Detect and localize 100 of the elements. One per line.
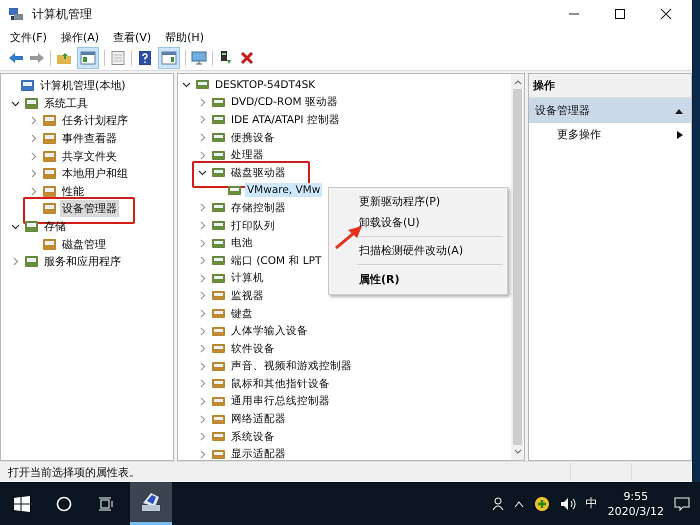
- taskbar-app-button[interactable]: [130, 482, 172, 525]
- notification-icon[interactable]: [674, 496, 690, 510]
- context-menu-item[interactable]: 卸载设备(U): [329, 212, 507, 233]
- close-icon[interactable]: [660, 8, 672, 20]
- expanded-chevron-icon[interactable]: [198, 168, 206, 178]
- collapsed-chevron-icon[interactable]: [198, 379, 206, 388]
- monitor-icon[interactable]: [191, 50, 207, 66]
- collapsed-chevron-icon[interactable]: [28, 134, 38, 144]
- task-view-icon[interactable]: [98, 496, 114, 512]
- tree-node-icon: [42, 166, 57, 182]
- device-tree-item[interactable]: 存储控制器: [229, 200, 288, 216]
- tree-item[interactable]: 计算机管理(本地): [38, 77, 128, 94]
- device-tree-item[interactable]: 鼠标和其他指针设备: [229, 376, 332, 392]
- collapsed-chevron-icon[interactable]: [198, 221, 206, 230]
- back-arrow-icon[interactable]: [8, 50, 24, 66]
- device-tree-item[interactable]: 软件设备: [229, 340, 277, 357]
- context-menu-item[interactable]: 更新驱动程序(P): [329, 191, 507, 212]
- collapsed-chevron-icon[interactable]: [198, 344, 206, 354]
- expanded-chevron-icon[interactable]: [10, 222, 20, 232]
- collapsed-chevron-icon[interactable]: [198, 432, 206, 442]
- device-tree-item[interactable]: 通用串行总线控制器: [229, 393, 332, 410]
- collapsed-chevron-icon[interactable]: [198, 203, 206, 212]
- device-tree-item[interactable]: 系统设备: [229, 428, 277, 445]
- tree-node-icon: [24, 254, 39, 270]
- collapsed-chevron-icon[interactable]: [198, 274, 206, 283]
- collapsed-chevron-icon[interactable]: [198, 396, 206, 406]
- device-tree-item[interactable]: 人体学输入设备: [229, 323, 310, 340]
- chevron-up-icon[interactable]: [514, 500, 524, 508]
- collapsed-chevron-icon[interactable]: [28, 186, 38, 196]
- scroll-up-icon[interactable]: [514, 79, 522, 85]
- action-item[interactable]: 更多操作: [557, 127, 601, 142]
- network-icon[interactable]: [534, 496, 550, 512]
- context-menu-item[interactable]: 扫描检测硬件改动(A): [329, 240, 507, 261]
- actions-section[interactable]: 设备管理器: [529, 98, 691, 123]
- collapsed-chevron-icon[interactable]: [198, 115, 206, 124]
- collapsed-chevron-icon[interactable]: [28, 169, 38, 178]
- scrollbar-thumb[interactable]: [513, 89, 522, 445]
- collapsed-chevron-icon[interactable]: [198, 309, 206, 318]
- collapsed-chevron-icon[interactable]: [198, 326, 206, 336]
- device-tree-item[interactable]: 监视器: [229, 288, 266, 304]
- collapsed-chevron-icon[interactable]: [198, 256, 206, 266]
- person-icon[interactable]: [492, 496, 504, 510]
- menu-item[interactable]: 文件(F): [10, 30, 47, 44]
- device-tree-item[interactable]: 计算机: [229, 270, 266, 286]
- action-pane-icon[interactable]: [161, 50, 177, 66]
- collapsed-chevron-icon[interactable]: [10, 257, 20, 266]
- tree-item[interactable]: 系统工具: [42, 94, 90, 112]
- collapsed-chevron-icon[interactable]: [198, 133, 206, 142]
- device-tree-item[interactable]: 处理器: [229, 147, 266, 164]
- device-tree-item[interactable]: 网络适配器: [229, 411, 288, 428]
- collapsed-chevron-icon[interactable]: [198, 291, 206, 300]
- collapsed-chevron-icon[interactable]: [198, 98, 206, 107]
- tree-item[interactable]: 事件查看器: [60, 130, 119, 148]
- help-icon[interactable]: [137, 50, 153, 66]
- collapse-icon[interactable]: [675, 108, 683, 114]
- context-menu-item[interactable]: 属性(R): [329, 268, 507, 291]
- collapsed-chevron-icon[interactable]: [198, 150, 206, 160]
- device-tree-item[interactable]: IDE ATA/ATAPI 控制器: [229, 112, 342, 128]
- forward-arrow-icon[interactable]: [29, 50, 45, 66]
- menu-item[interactable]: 帮助(H): [165, 30, 204, 44]
- expanded-chevron-icon[interactable]: [10, 98, 20, 108]
- device-tree-item[interactable]: DVD/CD-ROM 驱动器: [229, 94, 340, 110]
- input-method-indicator[interactable]: 中: [586, 495, 598, 512]
- menu-item[interactable]: 查看(V): [113, 30, 152, 44]
- windows-logo-icon[interactable]: [14, 496, 30, 512]
- device-tree-item[interactable]: 打印队列: [229, 218, 277, 234]
- collapsed-chevron-icon[interactable]: [198, 238, 206, 248]
- tree-item[interactable]: 性能: [60, 182, 86, 200]
- tree-item[interactable]: 共享文件夹: [60, 148, 119, 165]
- device-tree-item[interactable]: 磁盘驱动器: [229, 164, 288, 181]
- properties-sheet-icon[interactable]: [110, 50, 126, 66]
- device-tree-item[interactable]: DESKTOP-54DT4SK: [213, 78, 318, 92]
- tree-item[interactable]: 服务和应用程序: [42, 253, 123, 270]
- search-circle-icon[interactable]: [56, 496, 72, 512]
- scroll-down-icon[interactable]: [514, 449, 522, 455]
- device-tree-item[interactable]: VMware, VMw: [245, 183, 322, 198]
- device-tree-item[interactable]: 声音、视频和游戏控制器: [229, 358, 354, 374]
- maximize-icon[interactable]: [614, 8, 626, 20]
- device-tree-item[interactable]: 便携设备: [229, 130, 277, 146]
- tree-item[interactable]: 本地用户和组: [60, 165, 130, 182]
- volume-icon[interactable]: [560, 496, 576, 510]
- tree-item[interactable]: 设备管理器: [60, 200, 119, 218]
- console-tree-icon[interactable]: [80, 50, 96, 66]
- device-tree-item[interactable]: 电池: [229, 235, 255, 252]
- device-tree-item[interactable]: 显示适配器: [229, 446, 288, 460]
- tree-item[interactable]: 存储: [42, 218, 68, 236]
- menu-item[interactable]: 操作(A): [60, 30, 100, 44]
- delete-icon[interactable]: [239, 50, 255, 66]
- collapsed-chevron-icon[interactable]: [198, 414, 206, 424]
- collapsed-chevron-icon[interactable]: [28, 152, 38, 161]
- collapsed-chevron-icon[interactable]: [198, 450, 206, 459]
- tree-item[interactable]: 磁盘管理: [60, 236, 108, 253]
- collapsed-chevron-icon[interactable]: [28, 116, 38, 126]
- device-tree-item[interactable]: 键盘: [229, 306, 255, 322]
- tree-item[interactable]: 任务计划程序: [60, 112, 130, 130]
- collapsed-chevron-icon[interactable]: [198, 362, 206, 371]
- folder-up-icon[interactable]: [56, 50, 72, 66]
- update-driver-icon[interactable]: [218, 50, 234, 66]
- device-tree-item[interactable]: 端口 (COM 和 LPT: [229, 252, 324, 269]
- expanded-chevron-icon[interactable]: [182, 80, 190, 90]
